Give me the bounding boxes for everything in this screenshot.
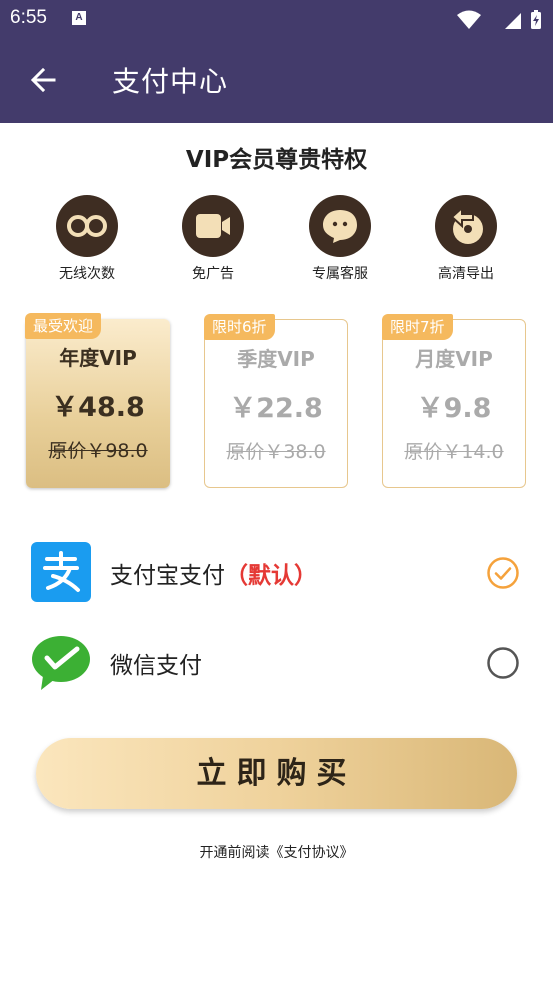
feature-unlimited: 无线次数 bbox=[37, 195, 137, 283]
buy-now-button[interactable]: 立即购买 bbox=[36, 738, 517, 809]
plan-card-quarterly[interactable]: 限时6折 季度VIP ￥22.8 原价￥38.0 bbox=[204, 314, 348, 488]
wechat-label: 微信支付 bbox=[110, 653, 202, 679]
feature-label: 无线次数 bbox=[59, 266, 115, 282]
plan-original-price: 原价￥14.0 bbox=[404, 441, 504, 463]
app-bar: 支付中心 bbox=[0, 38, 553, 123]
plan-card-monthly[interactable]: 限时7折 月度VIP ￥9.8 原价￥14.0 bbox=[382, 314, 526, 488]
wechat-radio[interactable] bbox=[486, 646, 520, 680]
alipay-label-text: 支付宝支付 bbox=[110, 563, 225, 589]
payment-agreement-link[interactable]: 开通前阅读《支付协议》 bbox=[0, 842, 553, 862]
payment-option-alipay[interactable]: 支付宝支付（默认） bbox=[0, 536, 553, 608]
feature-label: 免广告 bbox=[192, 266, 234, 282]
alipay-label: 支付宝支付（默认） bbox=[110, 556, 317, 590]
plan-price: ￥9.8 bbox=[416, 393, 492, 424]
plan-badge: 限时7折 bbox=[382, 314, 453, 340]
plan-name: 年度VIP bbox=[59, 346, 137, 370]
plan-original-price: 原价￥38.0 bbox=[226, 441, 326, 463]
plan-original-price: 原价￥98.0 bbox=[48, 440, 148, 462]
plan-card-yearly[interactable]: 最受欢迎 年度VIP ￥48.8 原价￥98.0 bbox=[25, 313, 170, 488]
arrow-left-icon bbox=[30, 67, 56, 93]
plan-badge: 最受欢迎 bbox=[25, 313, 102, 339]
plan-badge: 限时6折 bbox=[204, 314, 275, 340]
plan-price: ￥22.8 bbox=[229, 393, 323, 424]
status-icons bbox=[453, 9, 543, 35]
feature-support: 专属客服 bbox=[290, 195, 390, 283]
payment-option-wechat[interactable]: 微信支付 bbox=[0, 626, 553, 698]
feature-label: 高清导出 bbox=[438, 266, 494, 282]
vip-section-title: VIP会员尊贵特权 bbox=[185, 147, 368, 173]
plan-price: ￥48.8 bbox=[51, 392, 145, 423]
wifi-icon bbox=[457, 10, 481, 29]
plan-name: 季度VIP bbox=[237, 347, 315, 371]
cell-signal-icon bbox=[505, 13, 521, 29]
feature-label: 专属客服 bbox=[312, 266, 368, 282]
default-tag: （默认） bbox=[225, 563, 317, 589]
alipay-check[interactable] bbox=[486, 556, 520, 590]
plan-name: 月度VIP bbox=[415, 347, 493, 371]
notification-icon: A bbox=[72, 11, 86, 25]
unchecked-circle-icon bbox=[487, 647, 519, 679]
infinity-icon bbox=[56, 195, 118, 257]
export-icon bbox=[435, 195, 497, 257]
video-camera-icon bbox=[182, 195, 244, 257]
back-button[interactable] bbox=[26, 62, 62, 98]
wechat-pay-icon bbox=[31, 632, 91, 692]
status-bar: 6:55 A bbox=[0, 0, 553, 38]
feature-hd-export: 高清导出 bbox=[416, 195, 516, 283]
battery-icon bbox=[531, 10, 541, 29]
chat-bubble-icon bbox=[309, 195, 371, 257]
alipay-icon bbox=[31, 542, 91, 602]
feature-no-ads: 免广告 bbox=[163, 195, 263, 283]
page-title: 支付中心 bbox=[112, 65, 229, 98]
status-time: 6:55 bbox=[10, 7, 47, 28]
checked-circle-icon bbox=[487, 557, 519, 589]
